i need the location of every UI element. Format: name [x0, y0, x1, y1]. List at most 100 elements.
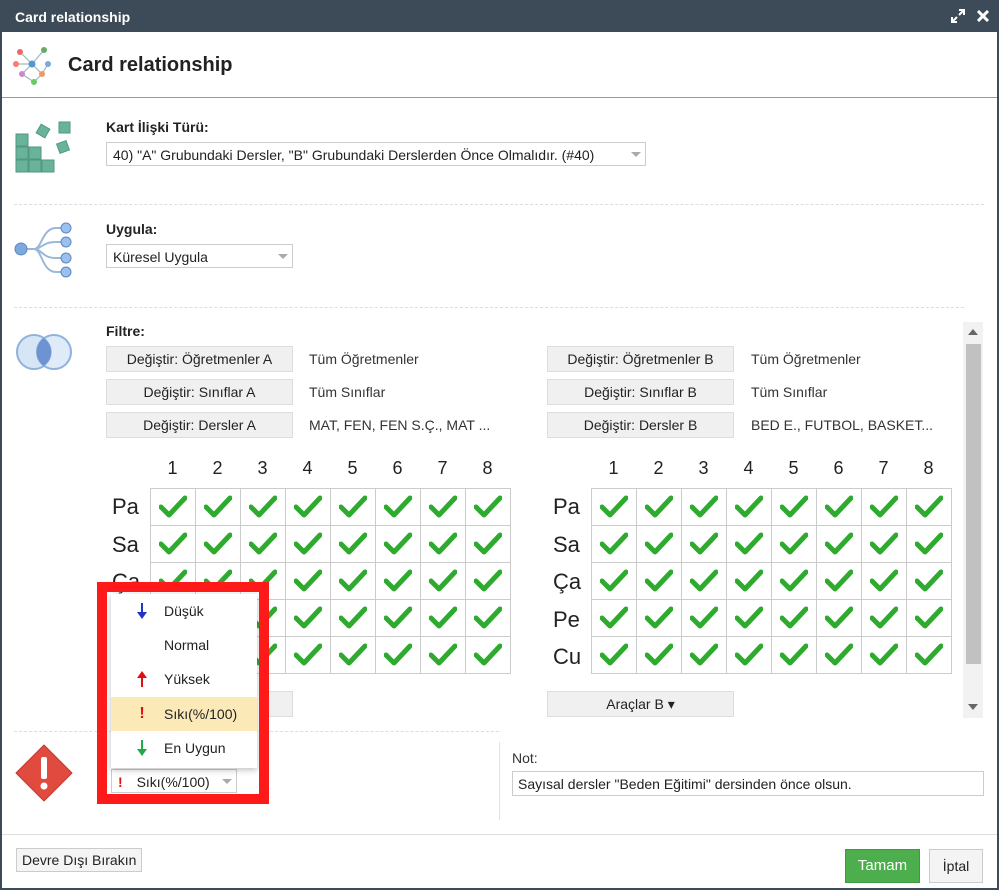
- ok-button[interactable]: Tamam: [845, 849, 920, 883]
- timetable-cell[interactable]: [861, 562, 907, 600]
- timetable-cell[interactable]: [330, 562, 376, 600]
- timetable-cell[interactable]: [816, 488, 862, 526]
- timetable-cell[interactable]: [726, 488, 772, 526]
- change-teachers-a-button[interactable]: Değiştir: Öğretmenler A: [106, 346, 293, 372]
- timetable-cell[interactable]: [195, 488, 241, 526]
- timetable-cell[interactable]: [330, 636, 376, 674]
- timetable-cell[interactable]: [726, 525, 772, 563]
- vertical-scrollbar[interactable]: [963, 322, 983, 718]
- timetable-cell[interactable]: [681, 599, 727, 637]
- timetable-cell[interactable]: [681, 488, 727, 526]
- timetable-cell[interactable]: [861, 636, 907, 674]
- timetable-cell[interactable]: [861, 525, 907, 563]
- change-classes-b-button[interactable]: Değiştir: Sınıflar B: [547, 379, 734, 405]
- timetable-cell[interactable]: [465, 488, 511, 526]
- scroll-down-icon[interactable]: [968, 704, 978, 710]
- period-header[interactable]: 5: [771, 458, 816, 479]
- timetable-cell[interactable]: [591, 636, 637, 674]
- timetable-cell[interactable]: [636, 525, 682, 563]
- timetable-cell[interactable]: [771, 562, 817, 600]
- scrollbar-thumb[interactable]: [966, 344, 981, 664]
- timetable-cell[interactable]: [420, 488, 466, 526]
- timetable-cell[interactable]: [375, 599, 421, 637]
- tools-b-button[interactable]: Araçlar B ▾: [547, 691, 734, 717]
- timetable-cell[interactable]: [330, 525, 376, 563]
- title-bar[interactable]: Card relationship: [2, 2, 997, 32]
- period-header[interactable]: 1: [591, 458, 636, 479]
- period-header[interactable]: 5: [330, 458, 375, 479]
- timetable-cell[interactable]: [771, 525, 817, 563]
- timetable-cell[interactable]: [726, 636, 772, 674]
- timetable-cell[interactable]: [906, 488, 952, 526]
- timetable-cell[interactable]: [591, 525, 637, 563]
- timetable-cell[interactable]: [150, 525, 196, 563]
- timetable-cell[interactable]: [861, 488, 907, 526]
- day-header[interactable]: Sa: [553, 532, 580, 558]
- timetable-cell[interactable]: [681, 636, 727, 674]
- timetable-cell[interactable]: [636, 636, 682, 674]
- timetable-cell[interactable]: [816, 599, 862, 637]
- timetable-cell[interactable]: [465, 562, 511, 600]
- timetable-cell[interactable]: [285, 636, 331, 674]
- timetable-cell[interactable]: [636, 488, 682, 526]
- period-header[interactable]: 4: [285, 458, 330, 479]
- timetable-cell[interactable]: [375, 488, 421, 526]
- timetable-cell[interactable]: [285, 599, 331, 637]
- timetable-cell[interactable]: [240, 488, 286, 526]
- close-icon[interactable]: [973, 6, 993, 26]
- day-header[interactable]: Pa: [553, 494, 580, 520]
- period-header[interactable]: 2: [636, 458, 681, 479]
- timetable-cell[interactable]: [591, 599, 637, 637]
- timetable-cell[interactable]: [420, 562, 466, 600]
- period-header[interactable]: 3: [240, 458, 285, 479]
- timetable-cell[interactable]: [195, 525, 241, 563]
- timetable-cell[interactable]: [375, 636, 421, 674]
- period-header[interactable]: 8: [465, 458, 510, 479]
- timetable-cell[interactable]: [906, 599, 952, 637]
- timetable-cell[interactable]: [465, 636, 511, 674]
- timetable-cell[interactable]: [375, 525, 421, 563]
- timetable-cell[interactable]: [726, 599, 772, 637]
- period-header[interactable]: 4: [726, 458, 771, 479]
- disable-button[interactable]: Devre Dışı Bırakın: [16, 848, 143, 872]
- timetable-cell[interactable]: [681, 525, 727, 563]
- period-header[interactable]: 6: [816, 458, 861, 479]
- period-header[interactable]: 7: [861, 458, 906, 479]
- timetable-cell[interactable]: [150, 488, 196, 526]
- period-header[interactable]: 6: [375, 458, 420, 479]
- timetable-cell[interactable]: [420, 636, 466, 674]
- change-subjects-a-button[interactable]: Değiştir: Dersler A: [106, 412, 293, 438]
- timetable-cell[interactable]: [330, 599, 376, 637]
- timetable-cell[interactable]: [906, 636, 952, 674]
- timetable-cell[interactable]: [771, 599, 817, 637]
- timetable-cell[interactable]: [420, 599, 466, 637]
- scroll-up-icon[interactable]: [968, 329, 978, 335]
- timetable-cell[interactable]: [591, 562, 637, 600]
- timetable-cell[interactable]: [861, 599, 907, 637]
- period-header[interactable]: 3: [681, 458, 726, 479]
- apply-select[interactable]: Küresel Uygula: [106, 244, 293, 268]
- change-teachers-b-button[interactable]: Değiştir: Öğretmenler B: [547, 346, 734, 372]
- period-header[interactable]: 7: [420, 458, 465, 479]
- period-header[interactable]: 1: [150, 458, 195, 479]
- timetable-cell[interactable]: [816, 636, 862, 674]
- timetable-cell[interactable]: [636, 599, 682, 637]
- timetable-cell[interactable]: [465, 525, 511, 563]
- timetable-cell[interactable]: [906, 525, 952, 563]
- timetable-cell[interactable]: [771, 636, 817, 674]
- timetable-cell[interactable]: [771, 488, 817, 526]
- change-subjects-b-button[interactable]: Değiştir: Dersler B: [547, 412, 734, 438]
- change-classes-a-button[interactable]: Değiştir: Sınıflar A: [106, 379, 293, 405]
- timetable-cell[interactable]: [330, 488, 376, 526]
- cancel-button[interactable]: İptal: [929, 849, 983, 883]
- timetable-cell[interactable]: [906, 562, 952, 600]
- timetable-cell[interactable]: [375, 562, 421, 600]
- day-header[interactable]: Ça: [553, 569, 581, 595]
- period-header[interactable]: 8: [906, 458, 951, 479]
- timetable-cell[interactable]: [726, 562, 772, 600]
- timetable-cell[interactable]: [240, 525, 286, 563]
- relation-type-select[interactable]: 40) "A" Grubundaki Dersler, "B" Grubunda…: [106, 142, 646, 166]
- timetable-cell[interactable]: [816, 562, 862, 600]
- maximize-icon[interactable]: [948, 6, 968, 26]
- timetable-cell[interactable]: [420, 525, 466, 563]
